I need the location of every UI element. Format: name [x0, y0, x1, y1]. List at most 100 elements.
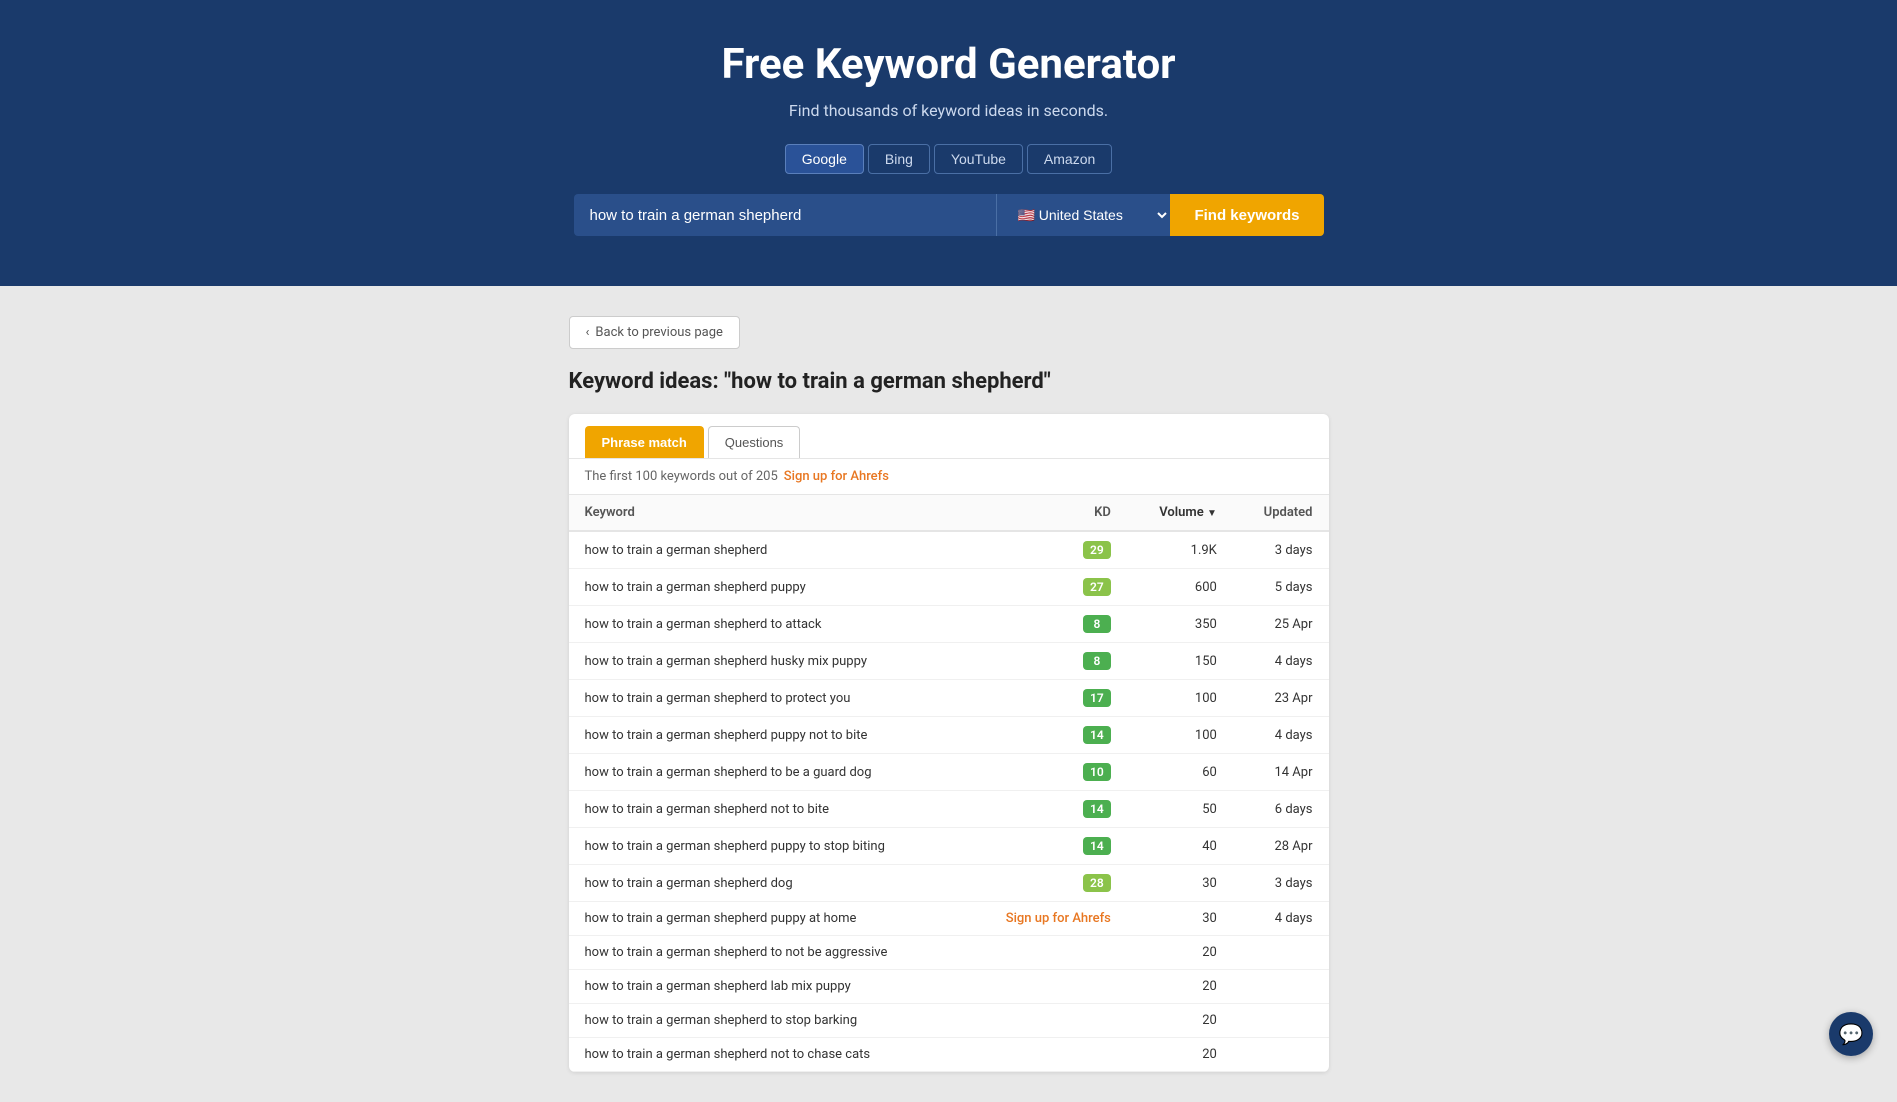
- table-row: how to train a german shepherd not to bi…: [569, 791, 1329, 828]
- cell-updated: 25 Apr: [1233, 606, 1329, 643]
- table-row: how to train a german shepherd puppy at …: [569, 902, 1329, 936]
- table-row: how to train a german shepherd lab mix p…: [569, 970, 1329, 1004]
- table-row: how to train a german shepherd puppy 27 60…: [569, 569, 1329, 606]
- cell-kd: 27: [965, 569, 1127, 606]
- cell-keyword: how to train a german shepherd: [569, 531, 965, 569]
- col-keyword: Keyword: [569, 495, 965, 531]
- tab-bing[interactable]: Bing: [868, 144, 930, 174]
- cell-keyword: how to train a german shepherd to stop b…: [569, 1004, 965, 1038]
- search-bar: 🇺🇸 United States 🇬🇧 United Kingdom 🇨🇦 Ca…: [574, 194, 1324, 236]
- cell-kd: [965, 970, 1127, 1004]
- cell-keyword: how to train a german shepherd dog: [569, 865, 965, 902]
- cell-keyword: how to train a german shepherd lab mix p…: [569, 970, 965, 1004]
- cell-kd: [965, 936, 1127, 970]
- keywords-table: Keyword KD Volume ▼ Updated how to train…: [569, 495, 1329, 1072]
- cell-volume: 30: [1127, 865, 1233, 902]
- cell-keyword: how to train a german shepherd not to ch…: [569, 1038, 965, 1072]
- table-body: how to train a german shepherd291.9K3 da…: [569, 531, 1329, 1072]
- country-select[interactable]: 🇺🇸 United States 🇬🇧 United Kingdom 🇨🇦 Ca…: [996, 194, 1170, 236]
- table-row: how to train a german shepherd not to ch…: [569, 1038, 1329, 1072]
- header: Free Keyword Generator Find thousands of…: [0, 0, 1897, 286]
- page-main-title: Free Keyword Generator: [20, 40, 1877, 89]
- results-count-text: The first 100 keywords out of 205: [585, 469, 778, 484]
- cell-kd: 14: [965, 717, 1127, 754]
- back-button-label: Back to previous page: [595, 325, 723, 340]
- results-card: Phrase match Questions The first 100 key…: [569, 414, 1329, 1072]
- signup-link[interactable]: Sign up for Ahrefs: [784, 469, 889, 484]
- table-header: Keyword KD Volume ▼ Updated: [569, 495, 1329, 531]
- kd-badge: 14: [1083, 837, 1111, 855]
- cell-keyword: how to train a german shepherd to attack: [569, 606, 965, 643]
- cell-keyword: how to train a german shepherd husky mix…: [569, 643, 965, 680]
- cell-updated: [1233, 1004, 1329, 1038]
- cell-volume: 50: [1127, 791, 1233, 828]
- col-kd: KD: [965, 495, 1127, 531]
- kd-badge: 28: [1083, 874, 1111, 892]
- table-row: how to train a german shepherd puppy not…: [569, 717, 1329, 754]
- table-row: how to train a german shepherd to attack…: [569, 606, 1329, 643]
- chat-icon: 💬: [1839, 1022, 1864, 1046]
- cell-volume: 60: [1127, 754, 1233, 791]
- table-row: how to train a german shepherd to protec…: [569, 680, 1329, 717]
- table-row: how to train a german shepherd puppy to …: [569, 828, 1329, 865]
- kd-badge: 27: [1083, 578, 1111, 596]
- kd-badge: 10: [1083, 763, 1111, 781]
- cell-kd: 14: [965, 828, 1127, 865]
- table-row: how to train a german shepherd to stop b…: [569, 1004, 1329, 1038]
- cell-volume: 100: [1127, 680, 1233, 717]
- search-engine-tabs: Google Bing YouTube Amazon: [20, 144, 1877, 174]
- cell-updated: 14 Apr: [1233, 754, 1329, 791]
- cell-kd: 10: [965, 754, 1127, 791]
- cell-keyword: how to train a german shepherd to not be…: [569, 936, 965, 970]
- chat-widget-button[interactable]: 💬: [1829, 1012, 1873, 1056]
- back-chevron-icon: ‹: [586, 325, 590, 340]
- cell-kd: 8: [965, 643, 1127, 680]
- col-updated: Updated: [1233, 495, 1329, 531]
- kd-badge: 14: [1083, 800, 1111, 818]
- cell-updated: 3 days: [1233, 531, 1329, 569]
- table-row: how to train a german shepherd to not be…: [569, 936, 1329, 970]
- tab-phrase-match[interactable]: Phrase match: [585, 426, 704, 458]
- table-row: how to train a german shepherd to be a g…: [569, 754, 1329, 791]
- cell-volume: 600: [1127, 569, 1233, 606]
- inline-signup-link[interactable]: Sign up for Ahrefs: [1006, 911, 1111, 926]
- col-volume[interactable]: Volume ▼: [1127, 495, 1233, 531]
- cell-volume: 100: [1127, 717, 1233, 754]
- kd-badge: 8: [1083, 615, 1111, 633]
- results-info: The first 100 keywords out of 205 Sign u…: [569, 459, 1329, 495]
- cell-kd: [965, 1004, 1127, 1038]
- main-content: ‹ Back to previous page Keyword ideas: "…: [549, 286, 1349, 1102]
- cell-updated: 4 days: [1233, 643, 1329, 680]
- cell-keyword: how to train a german shepherd puppy at …: [569, 902, 965, 936]
- cell-updated: 4 days: [1233, 902, 1329, 936]
- cell-updated: [1233, 936, 1329, 970]
- page-title: Keyword ideas: "how to train a german sh…: [569, 369, 1329, 394]
- kd-badge: 17: [1083, 689, 1111, 707]
- cell-volume: 40: [1127, 828, 1233, 865]
- table-row: how to train a german shepherd dog 28 303 …: [569, 865, 1329, 902]
- cell-updated: 6 days: [1233, 791, 1329, 828]
- cell-kd: 28: [965, 865, 1127, 902]
- tab-questions[interactable]: Questions: [708, 426, 801, 458]
- find-keywords-button[interactable]: Find keywords: [1170, 194, 1323, 236]
- cell-updated: 28 Apr: [1233, 828, 1329, 865]
- cell-volume: 30: [1127, 902, 1233, 936]
- cell-updated: 3 days: [1233, 865, 1329, 902]
- search-input[interactable]: [574, 194, 997, 236]
- back-button[interactable]: ‹ Back to previous page: [569, 316, 740, 349]
- cell-updated: [1233, 970, 1329, 1004]
- cell-keyword: how to train a german shepherd to be a g…: [569, 754, 965, 791]
- cell-kd: Sign up for Ahrefs: [965, 902, 1127, 936]
- tab-google[interactable]: Google: [785, 144, 864, 174]
- cell-kd: 17: [965, 680, 1127, 717]
- tab-amazon[interactable]: Amazon: [1027, 144, 1112, 174]
- kd-badge: 29: [1083, 541, 1111, 559]
- cell-updated: 5 days: [1233, 569, 1329, 606]
- cell-volume: 350: [1127, 606, 1233, 643]
- cell-volume: 20: [1127, 1004, 1233, 1038]
- cell-keyword: how to train a german shepherd puppy: [569, 569, 965, 606]
- tab-youtube[interactable]: YouTube: [934, 144, 1023, 174]
- cell-kd: 14: [965, 791, 1127, 828]
- cell-volume: 20: [1127, 936, 1233, 970]
- cell-kd: 29: [965, 531, 1127, 569]
